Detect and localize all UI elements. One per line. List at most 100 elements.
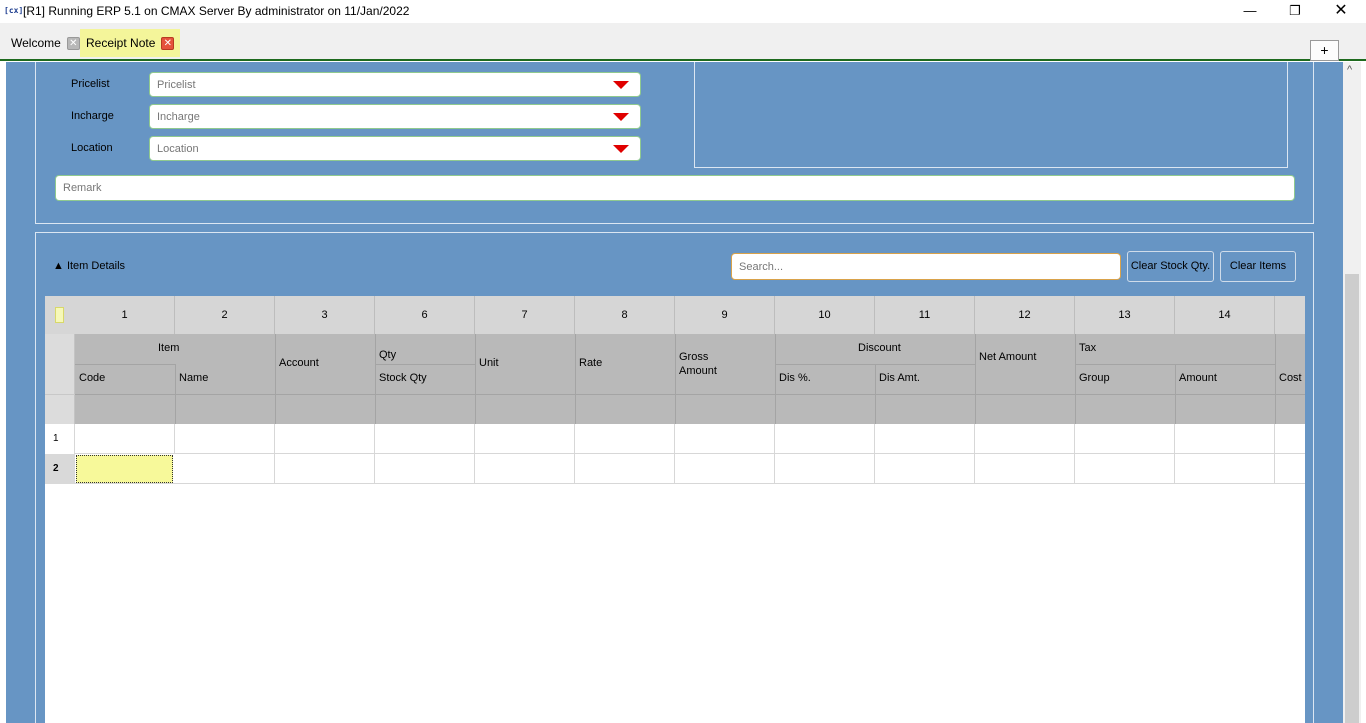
cell-tax-group[interactable]	[1075, 424, 1175, 454]
cell-dis-pct[interactable]	[775, 454, 875, 484]
active-cell-code[interactable]	[76, 455, 173, 483]
item-search-input[interactable]: Search...	[731, 253, 1121, 280]
cell-name[interactable]	[175, 454, 275, 484]
col-number[interactable]: 7	[475, 296, 575, 334]
right-edge	[1361, 62, 1366, 723]
col-number[interactable]: 14	[1175, 296, 1275, 334]
cell-tax-amount[interactable]	[1175, 454, 1275, 484]
header-divider	[375, 364, 475, 365]
header-net-amount[interactable]: Net Amount	[979, 350, 1039, 364]
header-gross-amount[interactable]: Gross Amount	[679, 350, 739, 378]
cell-unit[interactable]	[475, 424, 575, 454]
clear-items-button[interactable]: Clear Items	[1220, 251, 1296, 282]
cell-name[interactable]	[175, 424, 275, 454]
tab-welcome[interactable]: Welcome ✕	[5, 29, 86, 57]
header-name[interactable]: Name	[179, 372, 208, 384]
cell-dis-pct[interactable]	[775, 424, 875, 454]
cell-tax-amount[interactable]	[1175, 424, 1275, 454]
header-divider	[775, 334, 776, 424]
cell-dis-amt[interactable]	[875, 424, 975, 454]
cell-gross-amount[interactable]	[675, 454, 775, 484]
header-tax-amount[interactable]: Amount	[1179, 372, 1217, 384]
header-divider	[375, 334, 376, 424]
cell-net-amount[interactable]	[975, 454, 1075, 484]
add-tab-button[interactable]: +	[1310, 40, 1339, 61]
cell-unit[interactable]	[475, 454, 575, 484]
app-logo-icon: [cx]	[4, 6, 24, 15]
col-number[interactable]: 10	[775, 296, 875, 334]
col-number[interactable]: 9	[675, 296, 775, 334]
row-number[interactable]: 1	[45, 424, 75, 454]
pricelist-dropdown[interactable]: Pricelist	[149, 72, 641, 97]
header-qty[interactable]: Qty	[379, 349, 396, 361]
scrollbar-thumb[interactable]	[1345, 274, 1359, 723]
cell-rate[interactable]	[575, 424, 675, 454]
col-number[interactable]: 12	[975, 296, 1075, 334]
cell-gross-amount[interactable]	[675, 424, 775, 454]
header-divider	[875, 364, 876, 424]
location-dropdown[interactable]: Location	[149, 136, 641, 161]
header-cost[interactable]: Cost	[1279, 372, 1302, 384]
header-discount: Discount	[858, 342, 901, 354]
incharge-dropdown-arrow-icon[interactable]	[613, 113, 629, 121]
col-number[interactable]: 8	[575, 296, 675, 334]
scroll-up-icon[interactable]: ^	[1347, 64, 1352, 76]
tab-welcome-close-icon[interactable]: ✕	[66, 37, 80, 51]
location-dropdown-arrow-icon[interactable]	[613, 145, 629, 153]
row-number[interactable]: 2	[45, 454, 75, 484]
cell-account[interactable]	[275, 454, 375, 484]
cell-net-amount[interactable]	[975, 424, 1075, 454]
select-all-corner[interactable]	[55, 307, 64, 323]
header-dis-amt[interactable]: Dis Amt.	[879, 372, 920, 384]
tab-welcome-label: Welcome	[11, 36, 61, 50]
incharge-label: Incharge	[71, 110, 114, 122]
header-divider	[575, 334, 576, 424]
header-rate[interactable]: Rate	[579, 357, 602, 369]
incharge-placeholder: Incharge	[157, 111, 200, 123]
cell-dis-amt[interactable]	[875, 454, 975, 484]
header-divider	[1175, 364, 1176, 424]
header-code[interactable]: Code	[79, 372, 105, 384]
header-stock-qty[interactable]: Stock Qty	[379, 372, 427, 384]
header-tax-group[interactable]: Group	[1079, 372, 1110, 384]
header-divider	[975, 334, 976, 424]
row-header-divider	[45, 394, 75, 395]
header-divider	[275, 334, 276, 424]
cell-code[interactable]	[75, 424, 175, 454]
cell-tax-group[interactable]	[1075, 454, 1175, 484]
maximize-button[interactable]: ❐	[1272, 0, 1318, 23]
header-tax: Tax	[1079, 342, 1097, 354]
remark-input[interactable]: Remark	[55, 175, 1295, 201]
col-number[interactable]: 2	[175, 296, 275, 334]
header-divider	[675, 334, 676, 424]
header-dis-pct[interactable]: Dis %.	[779, 372, 811, 384]
table-row[interactable]: 2	[45, 454, 1305, 484]
tab-receipt-note[interactable]: Receipt Note ✕	[80, 29, 181, 57]
tab-receipt-note-close-icon[interactable]: ✕	[161, 37, 175, 51]
tab-strip: Welcome ✕ Receipt Note ✕ +	[0, 23, 1366, 61]
vertical-scrollbar[interactable]: ^	[1343, 62, 1361, 723]
search-placeholder: Search...	[739, 261, 784, 273]
col-number[interactable]: 3	[275, 296, 375, 334]
cell-qty[interactable]	[375, 424, 475, 454]
col-number[interactable]: 6	[375, 296, 475, 334]
header-divider	[1075, 334, 1076, 424]
col-number[interactable]: 13	[1075, 296, 1175, 334]
cell-rate[interactable]	[575, 454, 675, 484]
minimize-button[interactable]: —	[1227, 0, 1273, 23]
header-account[interactable]: Account	[279, 357, 319, 369]
close-window-button[interactable]: ✕	[1318, 0, 1364, 23]
cell-qty[interactable]	[375, 454, 475, 484]
header-unit[interactable]: Unit	[479, 357, 499, 369]
cell-account[interactable]	[275, 424, 375, 454]
header-divider	[75, 394, 1305, 395]
table-row[interactable]: 1	[45, 424, 1305, 454]
incharge-dropdown[interactable]: Incharge	[149, 104, 641, 129]
clear-stock-qty-button[interactable]: Clear Stock Qty.	[1127, 251, 1214, 282]
pricelist-dropdown-arrow-icon[interactable]	[613, 81, 629, 89]
location-label: Location	[71, 142, 113, 154]
col-number[interactable]: 1	[75, 296, 175, 334]
col-number[interactable]: 11	[875, 296, 975, 334]
header-panel: Pricelist Pricelist Incharge Incharge Lo…	[35, 62, 1314, 224]
item-details-toggle[interactable]: ▲ Item Details	[53, 260, 125, 272]
